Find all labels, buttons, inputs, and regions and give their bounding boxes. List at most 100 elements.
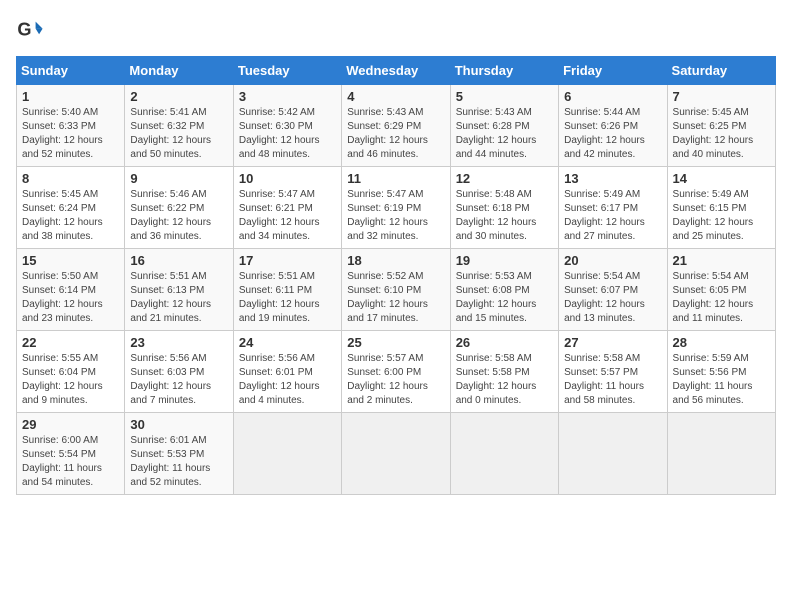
weekday-header-monday: Monday: [125, 57, 233, 85]
logo: G: [16, 16, 48, 44]
day-info: Sunrise: 5:49 AMSunset: 6:15 PMDaylight:…: [673, 189, 754, 242]
svg-text:G: G: [17, 20, 31, 40]
calendar-cell: 20 Sunrise: 5:54 AMSunset: 6:07 PMDaylig…: [559, 249, 667, 331]
calendar-cell: 17 Sunrise: 5:51 AMSunset: 6:11 PMDaylig…: [233, 249, 341, 331]
logo-icon: G: [16, 16, 44, 44]
day-number: 21: [673, 253, 770, 268]
day-info: Sunrise: 5:54 AMSunset: 6:05 PMDaylight:…: [673, 271, 754, 324]
calendar-cell: 2 Sunrise: 5:41 AMSunset: 6:32 PMDayligh…: [125, 85, 233, 167]
day-number: 19: [456, 253, 553, 268]
day-info: Sunrise: 6:01 AMSunset: 5:53 PMDaylight:…: [130, 435, 210, 488]
calendar-cell: [233, 413, 341, 495]
day-number: 27: [564, 335, 661, 350]
weekday-header-friday: Friday: [559, 57, 667, 85]
day-number: 1: [22, 89, 119, 104]
day-info: Sunrise: 5:55 AMSunset: 6:04 PMDaylight:…: [22, 353, 103, 406]
day-info: Sunrise: 6:00 AMSunset: 5:54 PMDaylight:…: [22, 435, 102, 488]
weekday-header-tuesday: Tuesday: [233, 57, 341, 85]
day-number: 6: [564, 89, 661, 104]
day-info: Sunrise: 5:43 AMSunset: 6:28 PMDaylight:…: [456, 107, 537, 160]
calendar-row: 29 Sunrise: 6:00 AMSunset: 5:54 PMDaylig…: [17, 413, 776, 495]
calendar-cell: [559, 413, 667, 495]
calendar-cell: 4 Sunrise: 5:43 AMSunset: 6:29 PMDayligh…: [342, 85, 450, 167]
day-info: Sunrise: 5:44 AMSunset: 6:26 PMDaylight:…: [564, 107, 645, 160]
calendar-cell: 30 Sunrise: 6:01 AMSunset: 5:53 PMDaylig…: [125, 413, 233, 495]
calendar-cell: 22 Sunrise: 5:55 AMSunset: 6:04 PMDaylig…: [17, 331, 125, 413]
weekday-header-sunday: Sunday: [17, 57, 125, 85]
day-info: Sunrise: 5:57 AMSunset: 6:00 PMDaylight:…: [347, 353, 428, 406]
day-info: Sunrise: 5:40 AMSunset: 6:33 PMDaylight:…: [22, 107, 103, 160]
calendar-cell: 13 Sunrise: 5:49 AMSunset: 6:17 PMDaylig…: [559, 167, 667, 249]
calendar-cell: 3 Sunrise: 5:42 AMSunset: 6:30 PMDayligh…: [233, 85, 341, 167]
calendar-cell: 7 Sunrise: 5:45 AMSunset: 6:25 PMDayligh…: [667, 85, 775, 167]
day-info: Sunrise: 5:41 AMSunset: 6:32 PMDaylight:…: [130, 107, 211, 160]
calendar-cell: 29 Sunrise: 6:00 AMSunset: 5:54 PMDaylig…: [17, 413, 125, 495]
day-number: 25: [347, 335, 444, 350]
calendar-cell: 1 Sunrise: 5:40 AMSunset: 6:33 PMDayligh…: [17, 85, 125, 167]
calendar-cell: 18 Sunrise: 5:52 AMSunset: 6:10 PMDaylig…: [342, 249, 450, 331]
calendar-cell: 6 Sunrise: 5:44 AMSunset: 6:26 PMDayligh…: [559, 85, 667, 167]
day-number: 28: [673, 335, 770, 350]
day-info: Sunrise: 5:59 AMSunset: 5:56 PMDaylight:…: [673, 353, 753, 406]
calendar-cell: [342, 413, 450, 495]
day-number: 18: [347, 253, 444, 268]
day-number: 12: [456, 171, 553, 186]
calendar-row: 8 Sunrise: 5:45 AMSunset: 6:24 PMDayligh…: [17, 167, 776, 249]
calendar-row: 1 Sunrise: 5:40 AMSunset: 6:33 PMDayligh…: [17, 85, 776, 167]
day-number: 4: [347, 89, 444, 104]
header: G: [16, 16, 776, 44]
calendar-cell: [667, 413, 775, 495]
calendar-cell: 28 Sunrise: 5:59 AMSunset: 5:56 PMDaylig…: [667, 331, 775, 413]
day-info: Sunrise: 5:46 AMSunset: 6:22 PMDaylight:…: [130, 189, 211, 242]
calendar-cell: 21 Sunrise: 5:54 AMSunset: 6:05 PMDaylig…: [667, 249, 775, 331]
calendar-cell: 12 Sunrise: 5:48 AMSunset: 6:18 PMDaylig…: [450, 167, 558, 249]
day-number: 9: [130, 171, 227, 186]
calendar-cell: 27 Sunrise: 5:58 AMSunset: 5:57 PMDaylig…: [559, 331, 667, 413]
weekday-header-saturday: Saturday: [667, 57, 775, 85]
day-number: 16: [130, 253, 227, 268]
day-number: 13: [564, 171, 661, 186]
day-number: 15: [22, 253, 119, 268]
day-number: 30: [130, 417, 227, 432]
day-info: Sunrise: 5:50 AMSunset: 6:14 PMDaylight:…: [22, 271, 103, 324]
day-info: Sunrise: 5:47 AMSunset: 6:19 PMDaylight:…: [347, 189, 428, 242]
calendar-cell: 25 Sunrise: 5:57 AMSunset: 6:00 PMDaylig…: [342, 331, 450, 413]
day-number: 23: [130, 335, 227, 350]
day-number: 5: [456, 89, 553, 104]
day-number: 24: [239, 335, 336, 350]
day-number: 11: [347, 171, 444, 186]
day-info: Sunrise: 5:56 AMSunset: 6:03 PMDaylight:…: [130, 353, 211, 406]
day-number: 22: [22, 335, 119, 350]
day-info: Sunrise: 5:45 AMSunset: 6:25 PMDaylight:…: [673, 107, 754, 160]
weekday-header-wednesday: Wednesday: [342, 57, 450, 85]
day-info: Sunrise: 5:52 AMSunset: 6:10 PMDaylight:…: [347, 271, 428, 324]
day-number: 14: [673, 171, 770, 186]
day-info: Sunrise: 5:49 AMSunset: 6:17 PMDaylight:…: [564, 189, 645, 242]
day-number: 17: [239, 253, 336, 268]
day-info: Sunrise: 5:58 AMSunset: 5:57 PMDaylight:…: [564, 353, 644, 406]
calendar-cell: 15 Sunrise: 5:50 AMSunset: 6:14 PMDaylig…: [17, 249, 125, 331]
calendar-row: 22 Sunrise: 5:55 AMSunset: 6:04 PMDaylig…: [17, 331, 776, 413]
calendar-cell: 24 Sunrise: 5:56 AMSunset: 6:01 PMDaylig…: [233, 331, 341, 413]
day-info: Sunrise: 5:51 AMSunset: 6:13 PMDaylight:…: [130, 271, 211, 324]
day-info: Sunrise: 5:58 AMSunset: 5:58 PMDaylight:…: [456, 353, 537, 406]
day-number: 20: [564, 253, 661, 268]
day-number: 8: [22, 171, 119, 186]
day-number: 29: [22, 417, 119, 432]
day-info: Sunrise: 5:51 AMSunset: 6:11 PMDaylight:…: [239, 271, 320, 324]
calendar-cell: 11 Sunrise: 5:47 AMSunset: 6:19 PMDaylig…: [342, 167, 450, 249]
day-info: Sunrise: 5:53 AMSunset: 6:08 PMDaylight:…: [456, 271, 537, 324]
calendar-cell: 16 Sunrise: 5:51 AMSunset: 6:13 PMDaylig…: [125, 249, 233, 331]
calendar-table: SundayMondayTuesdayWednesdayThursdayFrid…: [16, 56, 776, 495]
day-info: Sunrise: 5:43 AMSunset: 6:29 PMDaylight:…: [347, 107, 428, 160]
calendar-cell: 14 Sunrise: 5:49 AMSunset: 6:15 PMDaylig…: [667, 167, 775, 249]
calendar-cell: 5 Sunrise: 5:43 AMSunset: 6:28 PMDayligh…: [450, 85, 558, 167]
day-info: Sunrise: 5:56 AMSunset: 6:01 PMDaylight:…: [239, 353, 320, 406]
calendar-cell: 10 Sunrise: 5:47 AMSunset: 6:21 PMDaylig…: [233, 167, 341, 249]
calendar-cell: 8 Sunrise: 5:45 AMSunset: 6:24 PMDayligh…: [17, 167, 125, 249]
day-info: Sunrise: 5:45 AMSunset: 6:24 PMDaylight:…: [22, 189, 103, 242]
day-number: 26: [456, 335, 553, 350]
day-number: 10: [239, 171, 336, 186]
day-info: Sunrise: 5:54 AMSunset: 6:07 PMDaylight:…: [564, 271, 645, 324]
day-number: 7: [673, 89, 770, 104]
